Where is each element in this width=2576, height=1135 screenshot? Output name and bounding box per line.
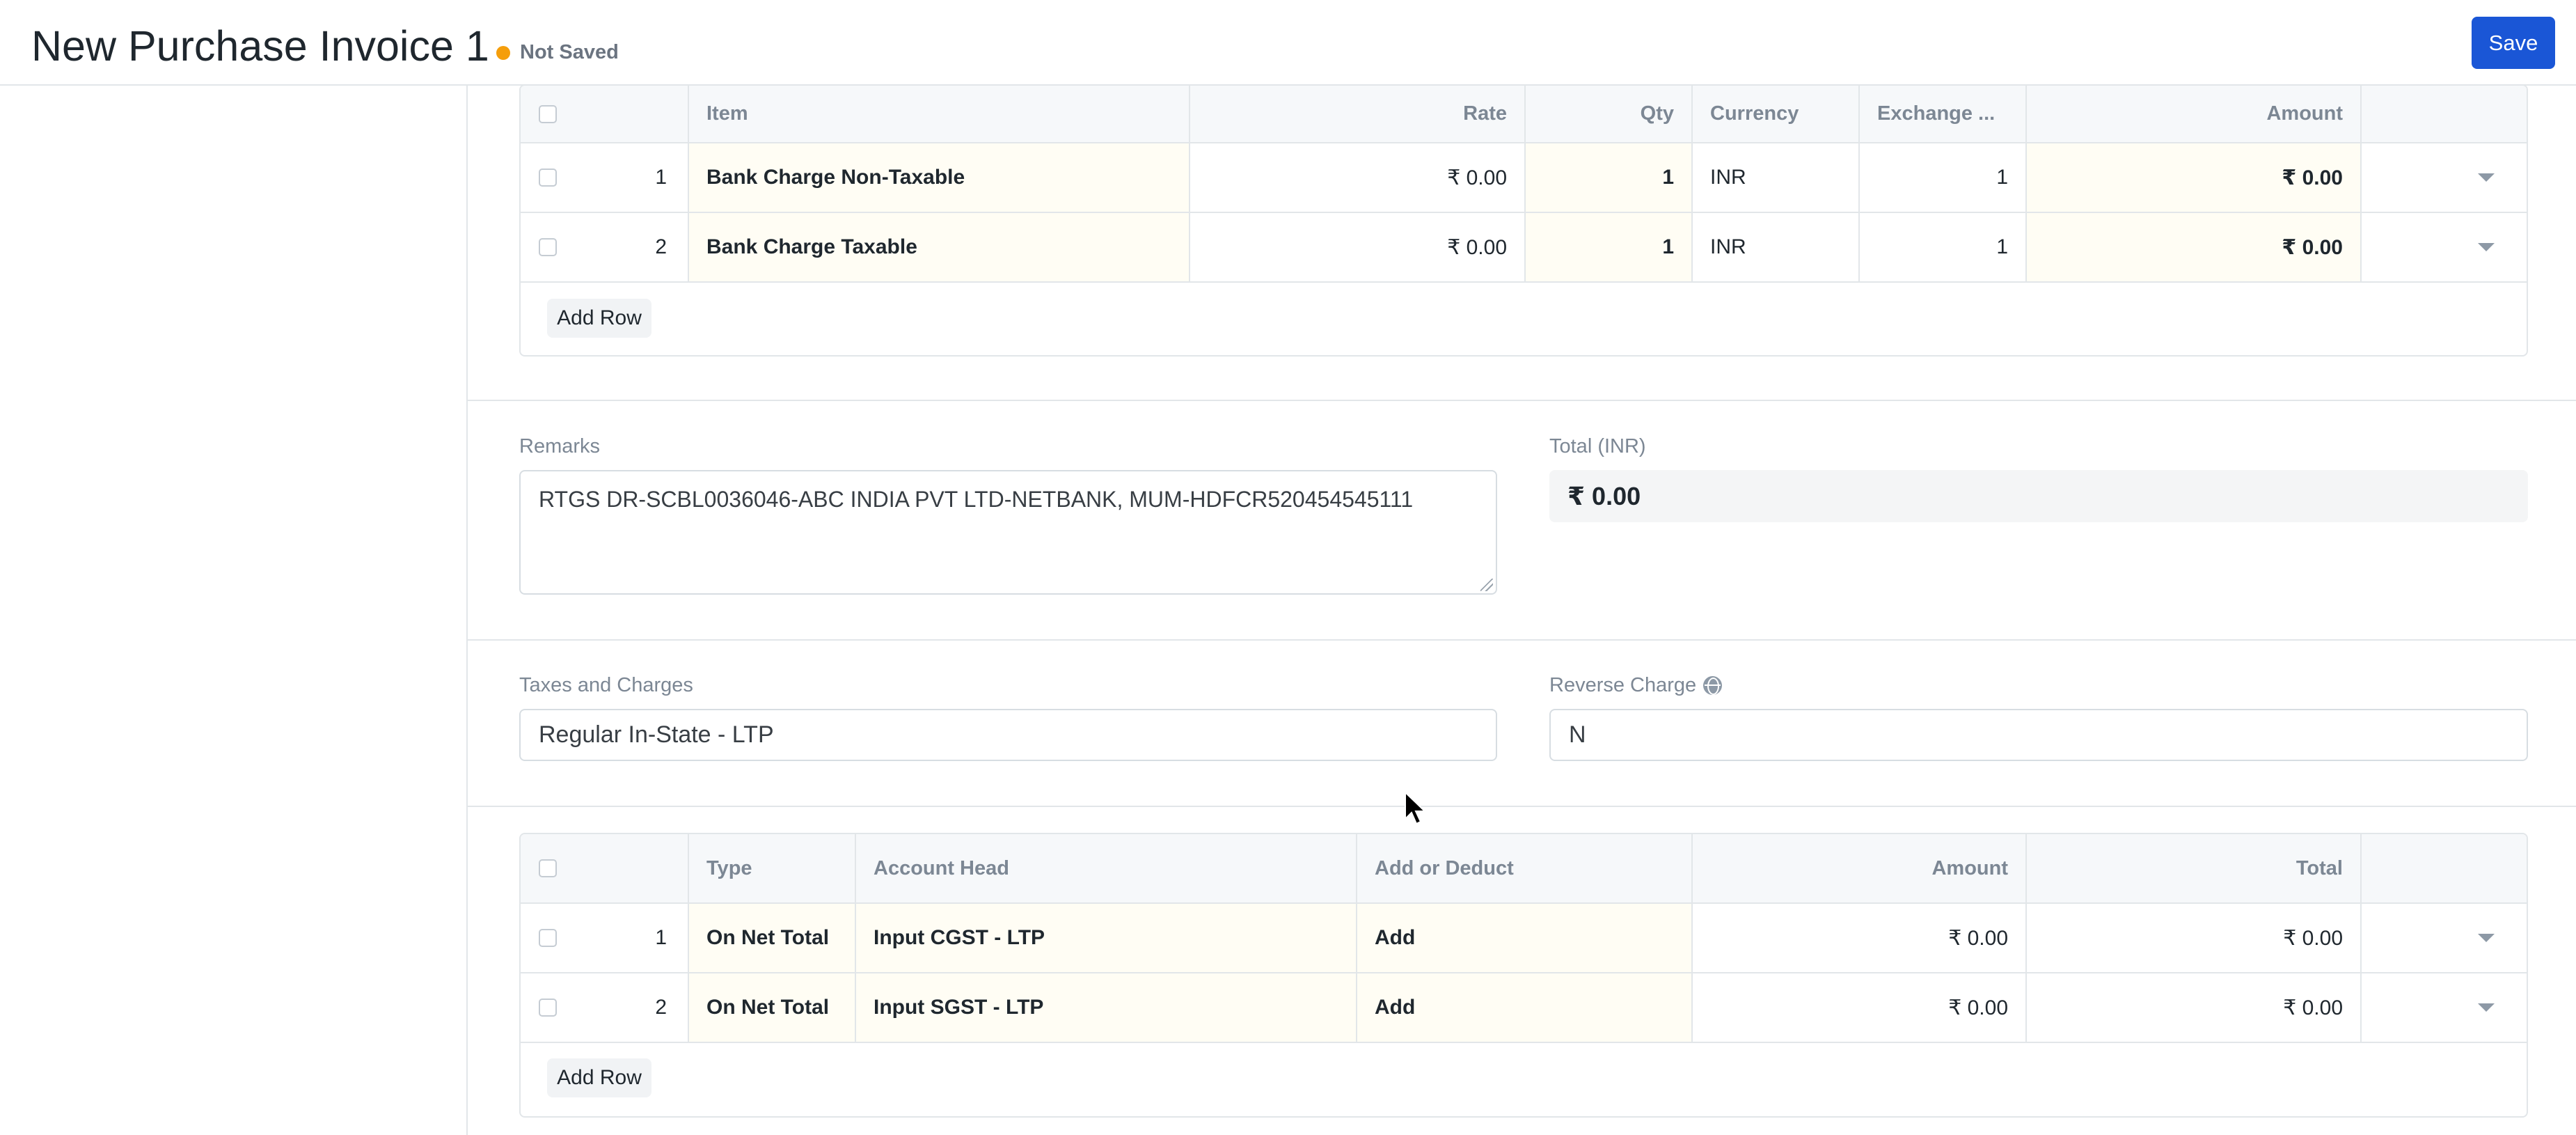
- col-currency: Currency: [1693, 86, 1860, 142]
- col-item: Item: [689, 86, 1190, 142]
- table-row[interactable]: 2 On Net Total Input SGST - LTP Add ₹ 0.…: [521, 973, 2527, 1043]
- chevron-down-icon[interactable]: [2478, 1003, 2495, 1012]
- remarks-textarea[interactable]: RTGS DR-SCBL0036046-ABC INDIA PVT LTD-NE…: [519, 470, 1497, 595]
- chevron-down-icon[interactable]: [2478, 243, 2495, 251]
- cell-qty[interactable]: 1: [1526, 143, 1693, 212]
- taxes-charges-input[interactable]: Regular In-State - LTP: [519, 709, 1497, 761]
- cell-amount: ₹ 0.00: [2027, 143, 2362, 212]
- cell-currency[interactable]: INR: [1693, 143, 1860, 212]
- cell-amount[interactable]: ₹ 0.00: [1693, 973, 2027, 1042]
- page-header: New Purchase Invoice 1 Not Saved Save: [0, 0, 2576, 86]
- cell-total: ₹ 0.00: [2027, 973, 2362, 1042]
- row-checkbox[interactable]: [539, 999, 557, 1017]
- resize-handle-icon[interactable]: [1480, 579, 1493, 591]
- taxes-table: Type Account Head Add or Deduct Amount T…: [519, 833, 2528, 1118]
- reverse-charge-label-text: Reverse Charge: [1549, 674, 1697, 696]
- add-row-button[interactable]: Add Row: [547, 299, 651, 338]
- status-dot-icon: [496, 45, 510, 60]
- row-index: 1: [655, 166, 667, 189]
- items-table-header: Item Rate Qty Currency Exchange ... Amou…: [521, 86, 2527, 143]
- reverse-charge-select[interactable]: N: [1549, 709, 2528, 761]
- cell-amount[interactable]: ₹ 0.00: [1693, 904, 2027, 972]
- cell-qty[interactable]: 1: [1526, 213, 1693, 281]
- row-menu[interactable]: [2362, 973, 2527, 1042]
- row-checkbox[interactable]: [539, 238, 557, 256]
- mouse-cursor-icon: [1405, 791, 1427, 825]
- reverse-charge-label: Reverse Charge: [1549, 674, 1723, 697]
- col-add-or-deduct: Add or Deduct: [1357, 834, 1693, 902]
- cell-total: ₹ 0.00: [2027, 904, 2362, 972]
- col-account-head: Account Head: [856, 834, 1357, 902]
- row-index: 2: [655, 996, 667, 1019]
- chevron-down-icon[interactable]: [2478, 934, 2495, 942]
- cell-add-or-deduct[interactable]: Add: [1357, 973, 1693, 1042]
- cell-type[interactable]: On Net Total: [689, 973, 856, 1042]
- col-amount: Amount: [1693, 834, 2027, 902]
- row-index: 1: [655, 926, 667, 949]
- taxes-charges-label: Taxes and Charges: [519, 674, 693, 696]
- col-type: Type: [689, 834, 856, 902]
- status-indicator: Not Saved: [496, 41, 619, 64]
- table-row[interactable]: 2 Bank Charge Taxable ₹ 0.00 1 INR 1 ₹ 0…: [521, 213, 2527, 283]
- chevron-down-icon[interactable]: [2478, 173, 2495, 182]
- cell-item[interactable]: Bank Charge Taxable: [689, 213, 1190, 281]
- cell-account-head[interactable]: Input SGST - LTP: [856, 973, 1357, 1042]
- row-checkbox[interactable]: [539, 929, 557, 947]
- sidebar-divider: [466, 86, 468, 1135]
- section-divider: [468, 400, 2576, 401]
- cell-exchange-rate[interactable]: 1: [1860, 213, 2027, 281]
- cell-amount: ₹ 0.00: [2027, 213, 2362, 281]
- save-button[interactable]: Save: [2472, 17, 2555, 69]
- cell-account-head[interactable]: Input CGST - LTP: [856, 904, 1357, 972]
- col-exchange-rate: Exchange ...: [1860, 86, 2027, 142]
- col-amount: Amount: [2027, 86, 2362, 142]
- row-menu[interactable]: [2362, 213, 2527, 281]
- add-row-button[interactable]: Add Row: [547, 1058, 651, 1097]
- cell-rate[interactable]: ₹ 0.00: [1190, 213, 1526, 281]
- cell-currency[interactable]: INR: [1693, 213, 1860, 281]
- cell-exchange-rate[interactable]: 1: [1860, 143, 2027, 212]
- page-title: New Purchase Invoice 1: [31, 22, 489, 70]
- total-label: Total (INR): [1549, 435, 1646, 457]
- col-rate: Rate: [1190, 86, 1526, 142]
- row-menu[interactable]: [2362, 904, 2527, 972]
- total-value: ₹ 0.00: [1549, 470, 2528, 522]
- taxes-table-header: Type Account Head Add or Deduct Amount T…: [521, 834, 2527, 904]
- cell-add-or-deduct[interactable]: Add: [1357, 904, 1693, 972]
- row-index: 2: [655, 235, 667, 258]
- table-row[interactable]: 1 On Net Total Input CGST - LTP Add ₹ 0.…: [521, 904, 2527, 973]
- remarks-label: Remarks: [519, 435, 601, 457]
- globe-icon: [1703, 676, 1723, 695]
- items-table: Item Rate Qty Currency Exchange ... Amou…: [519, 84, 2528, 357]
- select-all-checkbox[interactable]: [539, 859, 557, 877]
- status-text: Not Saved: [520, 41, 619, 63]
- cell-item[interactable]: Bank Charge Non-Taxable: [689, 143, 1190, 212]
- row-checkbox[interactable]: [539, 169, 557, 187]
- section-divider: [468, 806, 2576, 807]
- cell-rate[interactable]: ₹ 0.00: [1190, 143, 1526, 212]
- select-all-checkbox[interactable]: [539, 104, 557, 123]
- section-divider: [468, 639, 2576, 641]
- row-menu[interactable]: [2362, 143, 2527, 212]
- col-qty: Qty: [1526, 86, 1693, 142]
- col-total: Total: [2027, 834, 2362, 902]
- cell-type[interactable]: On Net Total: [689, 904, 856, 972]
- table-row[interactable]: 1 Bank Charge Non-Taxable ₹ 0.00 1 INR 1…: [521, 143, 2527, 213]
